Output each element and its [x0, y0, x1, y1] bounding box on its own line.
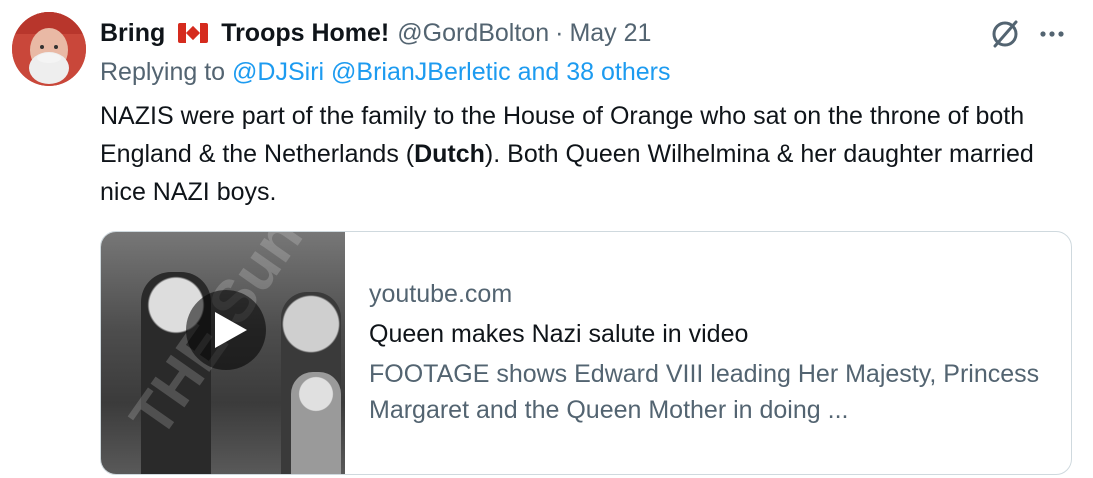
- reply-mention-djsiri[interactable]: @DJSiri: [232, 58, 324, 86]
- card-title: Queen makes Nazi salute in video: [369, 320, 749, 348]
- reply-mention-brianjberletic[interactable]: @BrianJBerletic: [331, 58, 511, 86]
- link-card[interactable]: THE Sun youtube.com Queen makes Nazi sal…: [100, 231, 1072, 475]
- tweet-text-bold: Dutch: [414, 140, 485, 168]
- canada-flag-icon: [178, 22, 209, 43]
- tweet-header: Bring Troops Home! @GordBolton · May 21: [100, 14, 651, 52]
- play-icon[interactable]: [186, 290, 266, 370]
- tweet[interactable]: Bring Troops Home! @GordBolton · May 21 …: [0, 0, 1093, 478]
- video-thumbnail[interactable]: THE Sun: [101, 232, 345, 474]
- card-info: youtube.com Queen makes Nazi salute in v…: [369, 276, 1051, 428]
- reply-mention-others[interactable]: and 38 others: [518, 58, 671, 86]
- card-domain: youtube.com: [369, 280, 513, 308]
- user-handle[interactable]: @GordBolton: [397, 19, 549, 48]
- card-description: FOOTAGE shows Edward VIII leading Her Ma…: [369, 360, 1040, 424]
- more-icon[interactable]: [1035, 17, 1069, 51]
- display-name-part2: Troops Home!: [221, 18, 390, 47]
- replying-to: Replying to @DJSiri @BrianJBerletic and …: [100, 58, 671, 87]
- avatar[interactable]: [12, 12, 86, 86]
- separator: ·: [555, 18, 564, 47]
- display-name[interactable]: Bring Troops Home!: [100, 19, 389, 48]
- avatar-image: [12, 12, 86, 86]
- tweet-date[interactable]: May 21: [569, 19, 651, 48]
- grok-icon[interactable]: [988, 17, 1022, 51]
- tweet-text: NAZIS were part of the family to the Hou…: [100, 97, 1080, 211]
- display-name-part1: Bring: [100, 18, 166, 47]
- replying-prefix: Replying to: [100, 58, 226, 86]
